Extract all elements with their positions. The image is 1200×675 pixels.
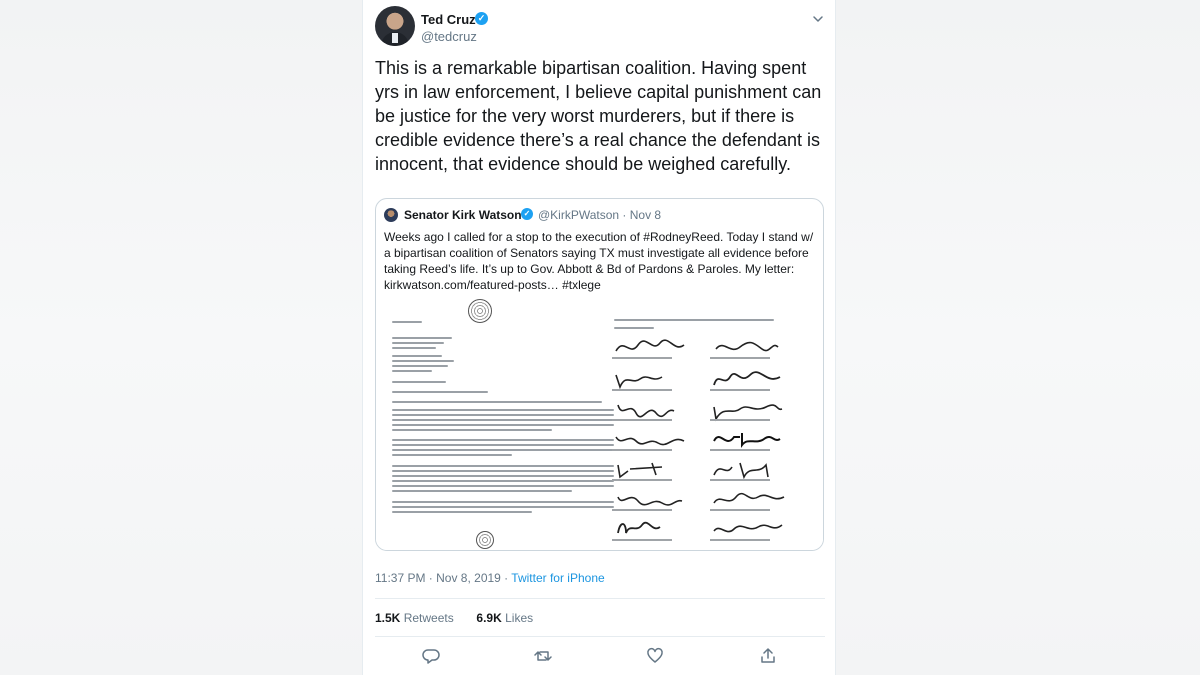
quoted-author-handle-date: @KirkPWatson · Nov 8 [538, 208, 662, 222]
author-avatar[interactable] [375, 6, 415, 46]
quoted-author-name: Senator Kirk Watson [404, 208, 522, 222]
signature [612, 335, 702, 363]
letter-text-line [392, 470, 614, 472]
signature [710, 335, 800, 363]
letter-text-line [392, 391, 488, 393]
letter-text-line [614, 319, 774, 321]
tweet-source-link[interactable]: Twitter for iPhone [511, 571, 604, 585]
share-icon[interactable] [759, 647, 777, 665]
signature [612, 517, 702, 545]
background-left [0, 0, 362, 675]
signature [710, 517, 800, 545]
divider [375, 598, 825, 599]
author-handle[interactable]: @tedcruz [421, 29, 477, 44]
tweet-stats: 1.5K Retweets 6.9K Likes [375, 611, 533, 625]
letter-text-line [392, 370, 432, 372]
letter-text-line [392, 439, 614, 441]
background-right [836, 0, 1200, 675]
signature [710, 457, 800, 485]
retweets-count: 1.5K [375, 611, 401, 625]
chevron-down-icon[interactable] [811, 12, 825, 26]
retweets-stat[interactable]: 1.5K Retweets [375, 611, 454, 625]
letter-text-line [392, 429, 552, 431]
letter-text-line [392, 360, 454, 362]
tweet-timestamp: 11:37 PM · Nov 8, 2019 · Twitter for iPh… [375, 571, 605, 585]
letter-seal-bottom [476, 531, 494, 549]
quoted-author-avatar [384, 208, 398, 222]
letter-text-line [392, 485, 614, 487]
letter-text-line [392, 419, 614, 421]
letter-text-line [392, 454, 512, 456]
letter-text-line [392, 490, 572, 492]
signature [710, 397, 800, 425]
likes-label: Likes [505, 611, 534, 625]
letter-text-line [392, 381, 446, 383]
quoted-tweet[interactable]: Senator Kirk Watson ✓ @KirkPWatson · Nov… [375, 198, 824, 551]
signature [710, 427, 800, 455]
letter-text-line [392, 501, 614, 503]
quoted-verified-badge-icon: ✓ [521, 208, 533, 220]
letter-text-line [392, 424, 614, 426]
author-display-name[interactable]: Ted Cruz [421, 12, 476, 27]
retweets-label: Retweets [403, 611, 454, 625]
tweet-card: Ted Cruz ✓ @tedcruz This is a remarkable… [362, 0, 836, 675]
letter-seal-top [468, 299, 492, 323]
letter-text-line [614, 327, 654, 329]
heart-icon[interactable] [646, 647, 664, 665]
tweet-text: This is a remarkable bipartisan coalitio… [375, 58, 822, 174]
letter-text-line [392, 414, 614, 416]
retweet-icon[interactable] [534, 647, 552, 665]
letter-text-line [392, 347, 436, 349]
signature [710, 487, 800, 515]
letter-text-line [392, 337, 452, 339]
avatar-shirt [392, 33, 398, 43]
letter-text-line [392, 401, 602, 403]
letter-text-line [392, 365, 448, 367]
letter-text-line [392, 511, 532, 513]
signature [612, 397, 702, 425]
letter-image[interactable] [376, 295, 823, 550]
signature [612, 487, 702, 515]
letter-text-line [392, 465, 614, 467]
divider [375, 636, 825, 637]
tweet-time-date[interactable]: 11:37 PM · Nov 8, 2019 · [375, 571, 511, 585]
letter-text-line [392, 506, 614, 508]
letter-text-line [392, 321, 422, 323]
signature [612, 427, 702, 455]
signature [710, 367, 800, 395]
letter-text-line [392, 342, 444, 344]
letter-text-line [392, 355, 442, 357]
letter-text-line [392, 480, 614, 482]
likes-stat[interactable]: 6.9K Likes [476, 611, 533, 625]
signature [612, 457, 702, 485]
letter-text-line [392, 409, 614, 411]
letter-text-line [392, 475, 614, 477]
quoted-tweet-text: Weeks ago I called for a stop to the exe… [384, 230, 814, 292]
letter-text-line [392, 449, 614, 451]
likes-count: 6.9K [476, 611, 502, 625]
reply-icon[interactable] [422, 647, 440, 665]
verified-badge-icon: ✓ [475, 12, 488, 25]
signature [612, 367, 702, 395]
letter-text-line [392, 444, 614, 446]
